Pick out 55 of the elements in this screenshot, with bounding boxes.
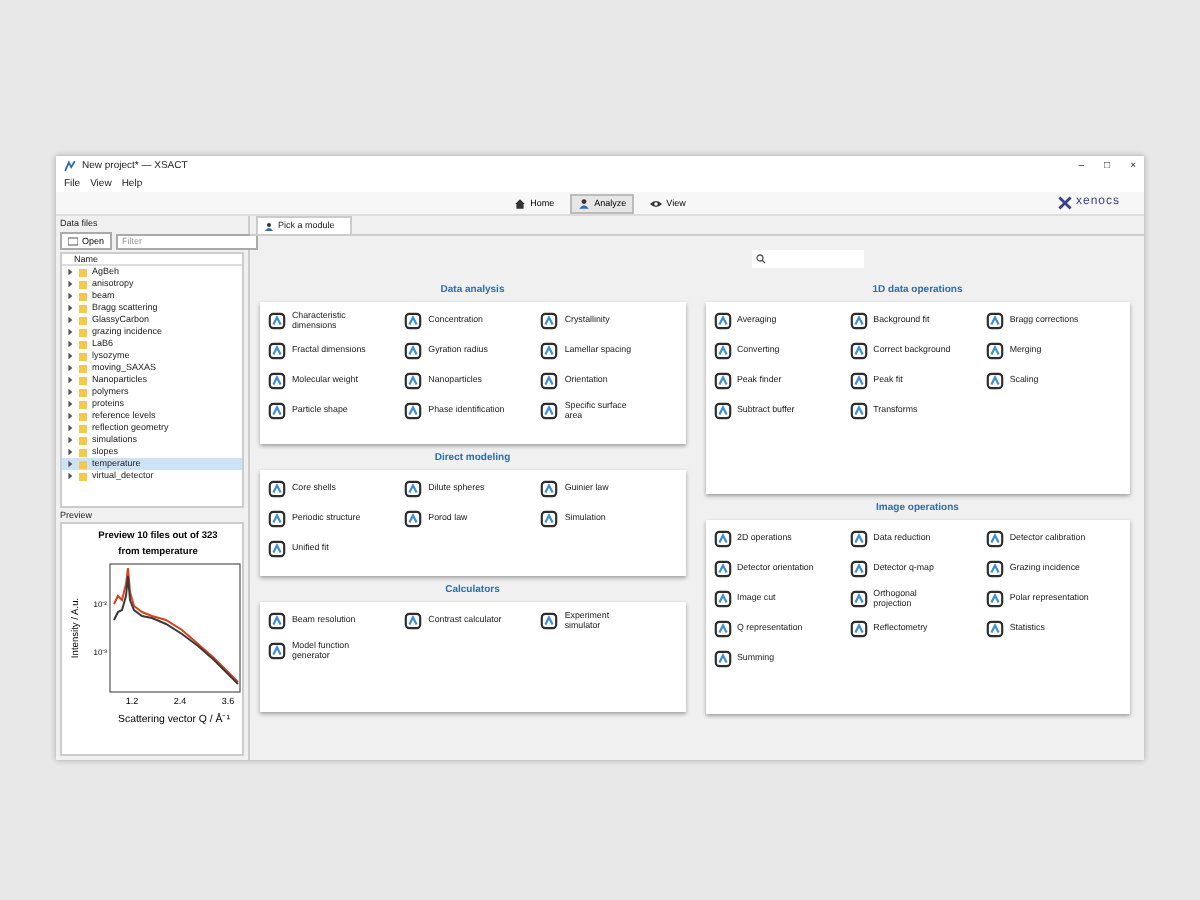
module-icon [404, 479, 423, 497]
module-icon [985, 589, 1004, 607]
module-icon [849, 559, 868, 577]
module-icon [849, 371, 868, 389]
cross-logo-icon [1057, 196, 1072, 211]
module-icon [985, 559, 1004, 577]
module-icon [985, 311, 1004, 329]
module-icon [985, 619, 1004, 637]
module-icon [849, 619, 868, 637]
module-icon [540, 371, 559, 389]
module-icon [985, 529, 1004, 547]
module-icon [849, 401, 868, 419]
module-icon [985, 371, 1004, 389]
module-icon [404, 611, 423, 629]
module-icon [849, 589, 868, 607]
module-icon [540, 341, 559, 359]
module-icon [849, 311, 868, 329]
module-icon [985, 341, 1004, 359]
module-icon [404, 509, 423, 527]
module-icon [540, 509, 559, 527]
module-icon [849, 341, 868, 359]
search-field[interactable] [751, 250, 863, 268]
module-icon [713, 371, 731, 389]
module-icon [713, 401, 731, 419]
module-icon [268, 611, 286, 629]
module-icon [404, 311, 423, 329]
module-icon [268, 311, 286, 329]
person-icon [264, 221, 274, 231]
module-icon [268, 371, 286, 389]
search-icon [755, 254, 765, 264]
module-icon [713, 649, 731, 667]
module-icon [540, 401, 559, 419]
module-icon [268, 401, 286, 419]
module-icon [713, 311, 731, 329]
module-icon [268, 341, 286, 359]
eye-icon [650, 197, 663, 209]
module-icon [404, 341, 423, 359]
module-icon [540, 611, 559, 629]
module-icon [268, 641, 286, 659]
person-icon [578, 197, 591, 209]
module-icon [268, 539, 286, 557]
module-icon [404, 371, 423, 389]
module-icon [713, 619, 731, 637]
module-icon [713, 559, 731, 577]
app-icon [64, 160, 76, 172]
module-icon [540, 311, 559, 329]
module-icon [540, 479, 559, 497]
module-icon [713, 341, 731, 359]
module-icon [713, 529, 731, 547]
module-icon [713, 589, 731, 607]
module-icon [268, 479, 286, 497]
house-icon [514, 197, 527, 209]
module-icon [849, 529, 868, 547]
module-icon [268, 509, 286, 527]
module-icon [404, 401, 423, 419]
